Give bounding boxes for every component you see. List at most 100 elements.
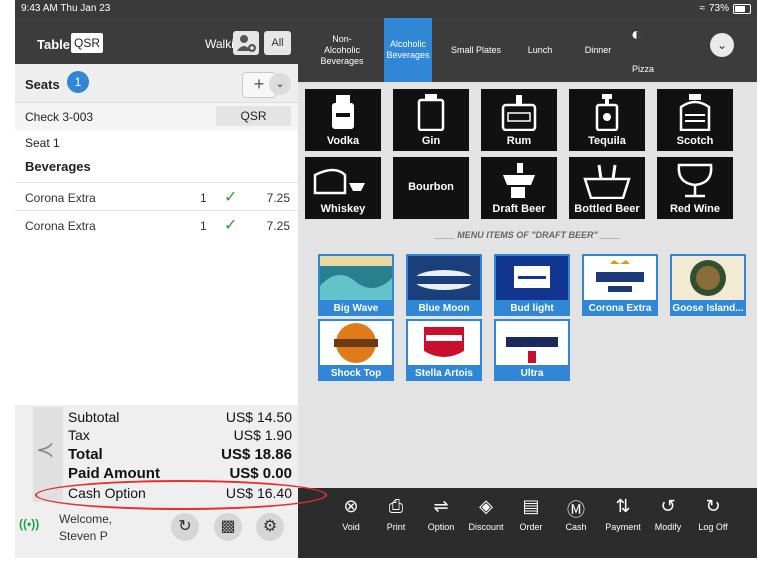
order-item[interactable]: Corona Extra 1 ✓ 7.25	[15, 210, 298, 239]
chevron-down-icon[interactable]: ⌄	[710, 33, 734, 57]
tile-label: Red Wine	[669, 203, 720, 215]
log-off-icon: ↻	[705, 496, 721, 516]
print-button[interactable]: ⎙ Print	[373, 488, 419, 558]
register-icon[interactable]: ▩	[214, 513, 242, 541]
tile-label: Bourbon	[408, 181, 454, 193]
beer-label: Stella Artois	[415, 368, 473, 379]
order-button[interactable]: ▤ Order	[508, 488, 554, 558]
subtotal-row: Subtotal US$ 14.50	[68, 409, 292, 425]
chevron-down-icon[interactable]: ⌄	[269, 73, 291, 95]
check-row: Check 3-003 QSR	[15, 102, 298, 131]
check-label: Check 3-003	[25, 110, 94, 124]
item-price: 7.25	[266, 219, 290, 233]
tile-label: Whiskey	[320, 203, 366, 215]
gin-icon	[417, 94, 445, 131]
beer-goose-island[interactable]: Goose Island...	[670, 254, 746, 316]
tile-label: Scotch	[676, 135, 714, 147]
seats-label: Seats	[25, 77, 60, 92]
total-row: Total US$ 18.86	[68, 446, 292, 463]
add-guest-button[interactable]	[233, 31, 259, 55]
option-button[interactable]: ⇌ Option	[418, 488, 464, 558]
blue-moon-logo	[408, 256, 480, 300]
modify-icon: ↺	[660, 496, 676, 516]
order-item[interactable]: Corona Extra 1 ✓ 7.25	[15, 182, 298, 211]
seat-header: Seat 1	[25, 136, 60, 150]
table-value[interactable]: QSR	[71, 33, 104, 53]
connection-icon: ((•))	[19, 517, 40, 531]
status-time: 9:43 AM Thu Jan 23	[21, 3, 111, 14]
payment-button[interactable]: ⇅ Payment	[600, 488, 646, 558]
beer-bud-light[interactable]: Bud light	[494, 254, 570, 316]
beer-shock-top[interactable]: Shock Top	[318, 319, 394, 381]
total-label: Total	[68, 446, 103, 463]
split-icon: ≺	[36, 437, 55, 462]
tile-draft-beer[interactable]: Draft Beer	[481, 157, 557, 219]
tax-label: Tax	[68, 427, 90, 443]
log-off-button[interactable]: ↻ Log Off	[690, 488, 736, 558]
tile-label: Gin	[421, 135, 441, 147]
vodka-icon	[332, 95, 354, 129]
tab-lunch[interactable]: Lunch	[520, 18, 560, 82]
tab-pizza[interactable]: Pizza	[632, 64, 654, 74]
tag-icon: ◈	[479, 496, 493, 516]
bud-light-logo	[496, 256, 568, 300]
wine-glass-icon	[677, 163, 713, 198]
tile-scotch[interactable]: Scotch	[657, 89, 733, 151]
beer-ultra[interactable]: Ultra	[494, 319, 570, 381]
tequila-icon	[595, 94, 619, 131]
beer-blue-moon[interactable]: Blue Moon	[406, 254, 482, 316]
seat-count-badge[interactable]: 1	[67, 71, 89, 93]
seats-row: Seats 1 + ⌄	[15, 64, 298, 102]
tax-row: Tax US$ 1.90	[68, 427, 292, 443]
item-qty: 1	[200, 191, 207, 205]
tile-tequila[interactable]: Tequila	[569, 89, 645, 151]
pos-app: 9:43 AM Thu Jan 23 ≈ 73% Table QSR Walki…	[15, 0, 757, 558]
check-icon: ✓	[224, 217, 238, 234]
refresh-icon[interactable]: ↻	[171, 513, 199, 541]
tile-vodka[interactable]: Vodka	[305, 89, 381, 151]
tile-rum[interactable]: Rum	[481, 89, 557, 151]
printer-icon: ⎙	[388, 496, 404, 516]
tile-bourbon[interactable]: Bourbon	[393, 157, 469, 219]
table-header: Table QSR Walkin All	[15, 18, 298, 64]
tab-small-plates[interactable]: Small Plates	[446, 18, 506, 82]
beer-label: Shock Top	[330, 368, 382, 379]
tab-alcoholic[interactable]: Alcoholic Beverages	[384, 18, 432, 82]
gear-icon[interactable]: ⚙	[256, 513, 284, 541]
scotch-icon	[679, 94, 711, 131]
status-bar: 9:43 AM Thu Jan 23 ≈ 73%	[15, 0, 757, 18]
battery-text: 73%	[708, 3, 729, 14]
modify-button[interactable]: ↺ Modify	[645, 488, 691, 558]
check-type-button[interactable]: QSR	[216, 106, 291, 126]
pizza-icon[interactable]: ◐	[631, 24, 642, 45]
void-button[interactable]: ⊗ Void	[328, 488, 374, 558]
item-price: 7.25	[266, 191, 290, 205]
tile-label: Draft Beer	[492, 203, 546, 215]
item-name: Corona Extra	[25, 219, 96, 233]
tile-label: Vodka	[326, 135, 360, 147]
category-header: Beverages	[25, 159, 91, 174]
welcome-line: Welcome,	[59, 512, 113, 526]
beer-corona-extra[interactable]: Corona Extra	[582, 254, 658, 316]
beer-stella-artois[interactable]: Stella Artois	[406, 319, 482, 381]
tab-dinner[interactable]: Dinner	[578, 18, 618, 82]
beer-label: Goose Island...	[672, 303, 744, 314]
add-person-icon	[237, 35, 256, 52]
subtotal-value: US$ 14.50	[225, 409, 292, 425]
corona-logo	[584, 256, 656, 300]
whiskey-icon	[313, 168, 365, 195]
tile-gin[interactable]: Gin	[393, 89, 469, 151]
order-panel: Table QSR Walkin All Seats 1 + ⌄ Check 3…	[15, 18, 298, 558]
tab-non-alcoholic[interactable]: Non- Alcoholic Beverages	[318, 18, 366, 82]
discount-button[interactable]: ◈ Discount	[463, 488, 509, 558]
beer-label: Big Wave	[333, 303, 379, 314]
order-icon: ▤	[522, 496, 540, 516]
tile-whiskey[interactable]: Whiskey	[305, 157, 381, 219]
tile-bottled-beer[interactable]: Bottled Beer	[569, 157, 645, 219]
cash-button[interactable]: Ⓜ Cash	[553, 488, 599, 558]
all-button[interactable]: All	[264, 31, 291, 55]
welcome-text: Welcome, Steven P	[59, 511, 112, 545]
battery-icon	[733, 3, 751, 14]
beer-big-wave[interactable]: Big Wave	[318, 254, 394, 316]
tile-red-wine[interactable]: Red Wine	[657, 157, 733, 219]
